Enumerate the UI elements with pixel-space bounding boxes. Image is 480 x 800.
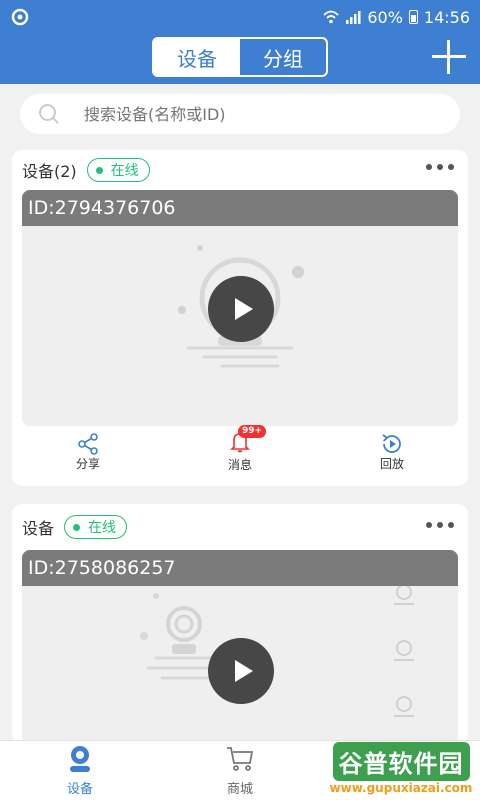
device-title: 设备(2) [22, 162, 77, 181]
more-options-icon[interactable] [426, 522, 454, 528]
playback-label: 回放 [379, 456, 404, 471]
card-header: 设备 在线 [12, 504, 468, 550]
watermark-logo: 谷普软件园 www.gupuxiazai.com [326, 742, 476, 798]
share-button[interactable]: 分享 [12, 432, 164, 472]
device-id: ID:2794376706 [22, 190, 458, 226]
status-badge: 在线 [64, 515, 128, 539]
device-id: ID:2758086257 [22, 550, 458, 586]
signal-icon [346, 11, 361, 24]
play-button[interactable] [208, 276, 274, 342]
video-preview[interactable]: ID:2794376706 [22, 190, 458, 426]
status-right: 60% 14:56 [323, 8, 470, 27]
device-icon [70, 746, 90, 772]
tab-groups[interactable]: 分组 [240, 39, 326, 75]
messages-button[interactable]: 99+ 消息 [164, 425, 316, 473]
wifi-icon [323, 10, 339, 24]
playback-button[interactable]: 回放 [316, 433, 468, 472]
watermark-url: www.gupuxiazai.com [329, 781, 473, 795]
segment-control: 设备 分组 [152, 37, 328, 77]
message-count-badge: 99+ [238, 425, 267, 438]
device-card: 设备 在线 ID:2758086257 [12, 504, 468, 744]
bottom-nav: 设备 商城 谷普软件园 www.gupuxiazai.com [0, 740, 480, 800]
tab-devices[interactable]: 设备 [154, 39, 240, 75]
more-options-icon[interactable] [426, 164, 454, 170]
search-bar [20, 94, 460, 134]
clock: 14:56 [423, 7, 470, 27]
top-bar: 设备 分组 [0, 34, 480, 84]
messages-label: 消息 [227, 458, 252, 472]
play-button[interactable] [208, 638, 274, 704]
online-dot [95, 166, 103, 174]
search-input[interactable] [84, 104, 424, 124]
status-bar: 60% 14:56 [0, 0, 480, 34]
nav-shop-label: 商城 [226, 782, 253, 797]
nav-shop[interactable]: 商城 [160, 741, 320, 800]
bell-wrapper: 99+ [228, 425, 267, 456]
playback-icon [382, 433, 401, 453]
status-text: 在线 [110, 163, 139, 179]
watermark-name: 谷普软件园 [332, 742, 470, 781]
online-dot [73, 523, 81, 531]
video-preview[interactable]: ID:2758086257 [22, 550, 458, 744]
plus-icon[interactable] [430, 38, 468, 76]
card-header: 设备(2) 在线 [12, 150, 468, 190]
search-icon [39, 104, 59, 124]
battery-percent: 60% [367, 7, 403, 27]
share-label: 分享 [75, 456, 100, 471]
status-text: 在线 [88, 520, 117, 536]
app-notification-icon [11, 8, 29, 26]
device-title: 设备 [22, 519, 55, 538]
nav-devices-label: 设备 [66, 782, 93, 797]
card-actions: 分享 99+ 消息 回放 [12, 425, 468, 478]
nav-devices[interactable]: 设备 [0, 741, 160, 800]
share-icon [78, 432, 98, 455]
cart-icon [227, 747, 254, 771]
status-badge: 在线 [86, 158, 150, 182]
device-card: 设备(2) 在线 ID:2794376706 分享 99+ 消息 回放 [12, 150, 468, 486]
status-left [10, 7, 30, 27]
battery-icon [408, 10, 418, 24]
